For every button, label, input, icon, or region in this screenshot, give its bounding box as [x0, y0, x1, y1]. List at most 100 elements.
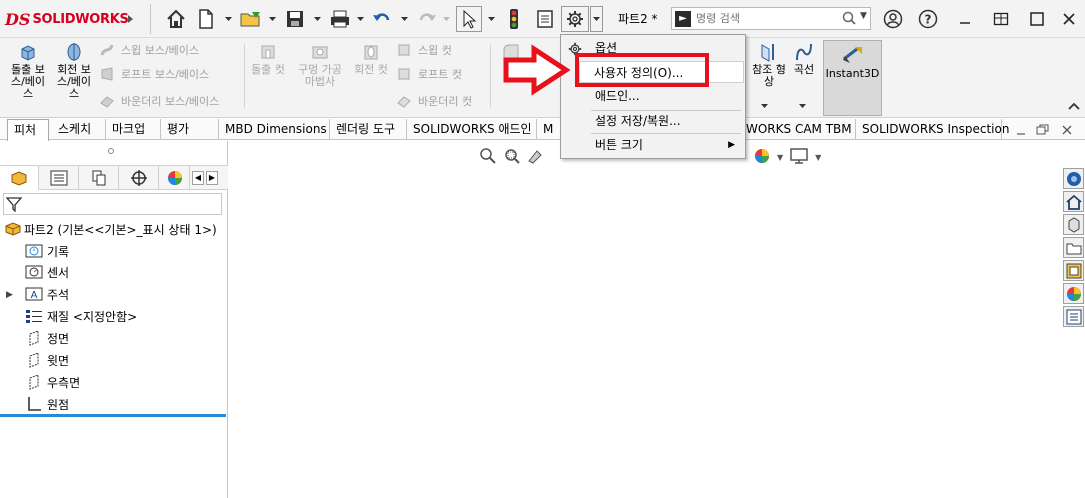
- rebuild-traffic-light-icon[interactable]: [502, 6, 526, 32]
- menu-item-addins[interactable]: 애드인...: [561, 85, 745, 107]
- tab-markup[interactable]: 마크업: [106, 119, 161, 140]
- property-manager-tab-icon[interactable]: [40, 166, 79, 190]
- panel-grip-handle[interactable]: [108, 148, 114, 154]
- collapse-ribbon-icon[interactable]: [1068, 100, 1080, 110]
- help-icon[interactable]: ?: [917, 8, 939, 30]
- print-icon[interactable]: [327, 6, 353, 32]
- feature-manager-tab-icon[interactable]: [0, 166, 39, 190]
- zoom-to-area-icon[interactable]: [503, 147, 521, 168]
- tree-item-material[interactable]: 재질 <지정안함>: [25, 307, 137, 325]
- reference-geometry-dropdown-icon[interactable]: [760, 100, 768, 112]
- display-manager-tab-icon[interactable]: [160, 166, 190, 190]
- tab-evaluate[interactable]: 평가: [161, 119, 219, 140]
- tree-item-sensors[interactable]: 센서: [25, 263, 69, 281]
- user-account-icon[interactable]: [882, 8, 904, 30]
- new-document-icon[interactable]: [195, 6, 217, 32]
- configuration-manager-tab-icon[interactable]: [80, 166, 119, 190]
- feature-tree-filter[interactable]: [3, 193, 222, 215]
- menu-item-button-size[interactable]: 버튼 크기 ▶: [561, 134, 745, 156]
- document-minimize-icon[interactable]: [1015, 124, 1027, 139]
- hole-wizard-button[interactable]: 구멍 가공 마법사: [292, 42, 348, 88]
- redo-icon[interactable]: [415, 6, 439, 32]
- revolved-boss-button[interactable]: 회전 보 스/베이 스: [52, 42, 96, 100]
- appearance-dropdown-icon[interactable]: ▼: [777, 153, 783, 162]
- panel-tabs-scroll-left[interactable]: ◀: [192, 171, 204, 185]
- panel-tabs-scroll-right[interactable]: ▶: [206, 171, 218, 185]
- extruded-cut-button[interactable]: 돌출 컷: [248, 42, 288, 76]
- open-dropdown-icon[interactable]: [268, 13, 276, 25]
- document-close-icon[interactable]: [1061, 124, 1073, 139]
- search-icon[interactable]: [842, 11, 856, 28]
- lofted-cut-button[interactable]: 로프트 컷: [396, 65, 462, 83]
- design-library-icon[interactable]: [1063, 214, 1084, 235]
- menu-item-save-restore-settings[interactable]: 설정 저장/복원...: [561, 110, 745, 132]
- tab-cam-tbm[interactable]: WORKS CAM TBM: [746, 119, 856, 140]
- print-dropdown-icon[interactable]: [356, 13, 364, 25]
- lofted-boss-button[interactable]: 로프트 보스/베이스: [99, 65, 209, 83]
- solidworks-logo[interactable]: DS SOLIDWORKS: [5, 10, 129, 29]
- file-properties-icon[interactable]: [533, 6, 557, 32]
- swept-cut-button[interactable]: 스윕 컷: [396, 41, 452, 59]
- tab-mbd[interactable]: M: [537, 119, 561, 140]
- tree-item-top-plane[interactable]: 윗면: [25, 351, 69, 369]
- curves-dropdown-icon[interactable]: [798, 100, 806, 112]
- save-icon[interactable]: [283, 6, 307, 32]
- zoom-to-fit-icon[interactable]: [479, 147, 497, 168]
- undo-icon[interactable]: [370, 6, 394, 32]
- close-window-icon[interactable]: [1058, 8, 1080, 30]
- appearances-scenes-icon[interactable]: [1063, 283, 1084, 304]
- search-dropdown-icon[interactable]: ▼: [860, 11, 867, 21]
- tile-windows-icon[interactable]: [990, 8, 1012, 30]
- rollback-bar[interactable]: [0, 414, 226, 417]
- home-icon[interactable]: [164, 6, 188, 32]
- tab-sketch[interactable]: 스케치: [52, 119, 106, 140]
- home-pane-icon[interactable]: [1063, 191, 1084, 212]
- previous-view-icon[interactable]: [527, 147, 545, 168]
- redo-dropdown-icon[interactable]: [442, 13, 450, 25]
- tab-render-tools[interactable]: 렌더링 도구: [330, 119, 407, 140]
- minimize-window-icon[interactable]: [954, 8, 976, 30]
- undo-dropdown-icon[interactable]: [400, 13, 408, 25]
- expand-arrow-icon[interactable]: ▶: [6, 290, 13, 300]
- swept-boss-button[interactable]: 스윕 보스/베이스: [99, 41, 199, 59]
- new-dropdown-icon[interactable]: [224, 13, 232, 25]
- instant3d-button[interactable]: Instant3D: [823, 40, 882, 116]
- view-palette-icon[interactable]: [1063, 260, 1084, 281]
- tree-item-origin[interactable]: 원점: [25, 395, 69, 413]
- svg-text:?: ?: [925, 13, 932, 27]
- maximize-window-icon[interactable]: [1026, 8, 1048, 30]
- document-restore-icon[interactable]: [1036, 124, 1050, 139]
- tree-item-annotations[interactable]: A 주석: [25, 285, 69, 303]
- tree-item-front-plane[interactable]: 정면: [25, 329, 69, 347]
- curves-button[interactable]: 곡선: [790, 42, 818, 76]
- revolved-cut-button[interactable]: 회전 컷: [350, 42, 392, 76]
- dimxpert-manager-tab-icon[interactable]: [120, 166, 159, 190]
- tab-mbd-dimensions[interactable]: MBD Dimensions: [219, 119, 330, 140]
- file-explorer-icon[interactable]: [1063, 237, 1084, 258]
- save-dropdown-icon[interactable]: [313, 13, 321, 25]
- menu-expand-arrow-icon[interactable]: [124, 6, 138, 32]
- select-dropdown-icon[interactable]: [487, 13, 495, 25]
- tab-solidworks-inspection[interactable]: SOLIDWORKS Inspection: [856, 119, 1009, 140]
- boundary-boss-button[interactable]: 바운더리 보스/베이스: [99, 92, 219, 110]
- tree-item-history[interactable]: 기록: [25, 242, 69, 260]
- graphics-area[interactable]: ▼ ▼: [229, 141, 1062, 498]
- extruded-boss-button[interactable]: 돌출 보 스/베이 스: [6, 42, 50, 100]
- select-cursor-icon[interactable]: [456, 6, 482, 32]
- tab-features[interactable]: 피처: [7, 119, 49, 141]
- display-settings-icon[interactable]: [789, 147, 809, 168]
- command-search-box[interactable]: ► ▼: [671, 7, 871, 30]
- options-dropdown-icon[interactable]: [590, 6, 603, 32]
- open-folder-icon[interactable]: [238, 6, 264, 32]
- display-settings-dropdown-icon[interactable]: ▼: [815, 153, 821, 162]
- appearance-icon[interactable]: [753, 147, 771, 168]
- reference-geometry-button[interactable]: 참조 형 상: [749, 42, 789, 88]
- custom-properties-icon[interactable]: [1063, 306, 1084, 327]
- tree-item-right-plane[interactable]: 우측면: [25, 373, 80, 391]
- solidworks-resources-icon[interactable]: [1063, 168, 1084, 189]
- options-gear-icon[interactable]: [561, 6, 589, 32]
- command-search-input[interactable]: [696, 10, 836, 27]
- boundary-cut-button[interactable]: 바운더리 컷: [396, 92, 472, 110]
- tab-solidworks-addins[interactable]: SOLIDWORKS 애드인: [407, 119, 537, 140]
- tree-root-part[interactable]: 파트2 (기본<<기본>_표시 상태 1>): [4, 220, 217, 238]
